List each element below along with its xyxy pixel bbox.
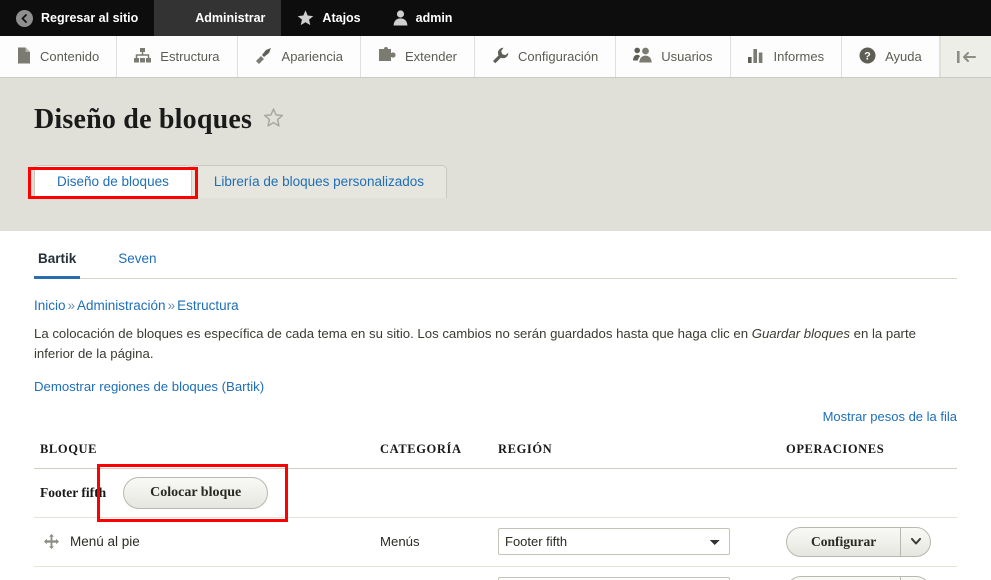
sitemap-icon bbox=[134, 47, 152, 66]
users-icon bbox=[633, 47, 652, 66]
region-cell: Footer fifth bbox=[492, 517, 780, 567]
column-header-block: BLOQUE bbox=[34, 431, 374, 469]
operations-dropbutton: Configurar bbox=[786, 575, 932, 580]
table-head: BLOQUE CATEGORÍA REGIÓN OPERACIONES bbox=[34, 431, 957, 469]
submenu-label-users: Usuarios bbox=[661, 49, 713, 64]
table-row: Sitio elaborado con Drupal System Footer… bbox=[34, 566, 957, 580]
main-content: Bartik Seven Inicio» Administración» Estru… bbox=[0, 231, 991, 580]
submenu-label-content: Contenido bbox=[40, 49, 100, 64]
star-icon bbox=[297, 10, 314, 26]
hamburger-icon bbox=[170, 11, 187, 25]
tab-custom-block-library[interactable]: Librería de bloques personalizados bbox=[190, 165, 447, 198]
submenu-label-appearance: Apariencia bbox=[281, 49, 343, 64]
toolbar-label-user: admin bbox=[415, 11, 453, 25]
toolbar-label-back-to-site: Regresar al sitio bbox=[41, 11, 139, 25]
submenu-label-reports: Informes bbox=[773, 49, 825, 64]
submenu-label-configuration: Configuración bbox=[518, 49, 599, 64]
theme-tabs: Bartik Seven bbox=[34, 231, 957, 279]
breadcrumb-separator: » bbox=[167, 298, 176, 313]
page-title-text: Diseño de bloques bbox=[34, 104, 253, 135]
move-handle-icon[interactable] bbox=[40, 534, 62, 550]
region-cell: Footer fifth bbox=[492, 566, 780, 580]
collapse-left-icon[interactable] bbox=[940, 36, 991, 77]
toolbar-item-back-to-site[interactable]: Regresar al sitio bbox=[0, 0, 154, 36]
place-block-button[interactable]: Colocar bloque bbox=[123, 476, 269, 509]
table-row: Menú al pie Menús Footer fifth Configura… bbox=[34, 517, 957, 567]
submenu-label-help: Ayuda bbox=[885, 49, 922, 64]
submenu-item-configuration[interactable]: Configuración bbox=[475, 36, 617, 77]
operations-dropbutton: Configurar bbox=[786, 526, 932, 557]
region-select[interactable]: Footer fifth bbox=[498, 528, 730, 556]
submenu-label-extend: Extender bbox=[404, 49, 458, 64]
category-cell: Menús bbox=[374, 517, 492, 567]
submenu-item-users[interactable]: Usuarios bbox=[616, 36, 731, 77]
user-icon bbox=[393, 10, 408, 26]
admin-toolbar: Regresar al sitio Administrar Atajos adm… bbox=[0, 0, 991, 36]
region-name-label: Footer fifth bbox=[40, 484, 107, 500]
submenu-item-content[interactable]: Contenido bbox=[0, 36, 118, 77]
region-row-cell: Footer fifth Colocar bloque bbox=[34, 463, 957, 522]
back-circle-icon bbox=[16, 9, 33, 27]
operations-cell: Configurar bbox=[780, 517, 957, 567]
category-cell: System bbox=[374, 566, 492, 580]
question-circle-icon: ? bbox=[859, 47, 876, 67]
breadcrumb: Inicio» Administración» Estructura bbox=[34, 298, 957, 313]
breadcrumb-separator: » bbox=[67, 298, 76, 313]
demonstrate-block-regions-link[interactable]: Demostrar regiones de bloques (Bartik) bbox=[34, 379, 264, 394]
tab-custom-block-library-label: Librería de bloques personalizados bbox=[213, 174, 424, 189]
theme-tab-seven-label: Seven bbox=[118, 251, 157, 266]
block-cell: Menú al pie bbox=[34, 517, 374, 567]
submenu-label-structure: Estructura bbox=[160, 49, 220, 64]
svg-text:?: ? bbox=[864, 50, 871, 62]
column-header-region: REGIÓN bbox=[492, 431, 780, 469]
page-header: Diseño de bloques Diseño de bloques Libr… bbox=[0, 78, 991, 231]
theme-tab-bartik-label: Bartik bbox=[38, 251, 77, 266]
toolbar-label-manage: Administrar bbox=[195, 11, 266, 25]
theme-tab-bartik[interactable]: Bartik bbox=[34, 245, 81, 279]
submenu-item-structure[interactable]: Estructura bbox=[117, 36, 238, 77]
configure-button[interactable]: Configurar bbox=[787, 528, 900, 556]
star-outline-icon[interactable] bbox=[263, 104, 284, 136]
operations-cell: Configurar bbox=[780, 566, 957, 580]
page-description: La colocación de bloques es específica d… bbox=[34, 324, 957, 365]
page-title: Diseño de bloques bbox=[34, 104, 991, 136]
toolbar-label-shortcuts: Atajos bbox=[322, 11, 361, 25]
wrench-icon bbox=[492, 47, 509, 67]
column-header-operations: OPERACIONES bbox=[780, 431, 957, 469]
description-part-1: La colocación de bloques es específica d… bbox=[34, 326, 752, 341]
region-row-footer-fifth: Footer fifth Colocar bloque bbox=[34, 463, 957, 522]
document-icon bbox=[17, 47, 31, 67]
submenu-item-extend[interactable]: Extender bbox=[360, 36, 476, 77]
breadcrumb-item-home[interactable]: Inicio bbox=[34, 298, 66, 313]
column-header-category: CATEGORÍA bbox=[374, 431, 492, 469]
block-layout-table: BLOQUE CATEGORÍA REGIÓN OPERACIONES Foot… bbox=[34, 431, 957, 580]
toolbar-item-user[interactable]: admin bbox=[377, 0, 469, 36]
submenu-item-help[interactable]: ? Ayuda bbox=[842, 36, 940, 77]
theme-tab-seven[interactable]: Seven bbox=[114, 245, 160, 278]
toolbar-item-shortcuts[interactable]: Atajos bbox=[281, 0, 376, 36]
breadcrumb-item-structure[interactable]: Estructura bbox=[177, 298, 239, 313]
tab-block-layout[interactable]: Diseño de bloques bbox=[28, 165, 198, 199]
submenu-item-appearance[interactable]: Apariencia bbox=[237, 36, 361, 77]
bar-chart-icon bbox=[747, 47, 765, 66]
tab-block-layout-label: Diseño de bloques bbox=[57, 174, 169, 189]
primary-tabs: Diseño de bloques Librería de bloques pe… bbox=[28, 162, 991, 199]
breadcrumb-item-administration[interactable]: Administración bbox=[77, 298, 166, 313]
toolbar-item-manage[interactable]: Administrar bbox=[154, 0, 282, 36]
paintbrush-icon bbox=[255, 47, 273, 67]
block-cell: Sitio elaborado con Drupal bbox=[34, 566, 374, 580]
submenu-item-reports[interactable]: Informes bbox=[730, 36, 843, 77]
table-header-row: BLOQUE CATEGORÍA REGIÓN OPERACIONES bbox=[34, 431, 957, 469]
row-weights-toggle: Mostrar pesos de la fila bbox=[34, 409, 957, 424]
chevron-down-icon[interactable] bbox=[900, 527, 930, 556]
description-emphasis: Guardar bloques bbox=[751, 326, 850, 341]
show-row-weights-link[interactable]: Mostrar pesos de la fila bbox=[823, 409, 957, 424]
block-name-label: Menú al pie bbox=[70, 534, 140, 550]
table-body: Footer fifth Colocar bloque Menú al pie … bbox=[34, 463, 957, 580]
admin-submenu-toolbar: Contenido Estructura Apariencia Extender… bbox=[0, 36, 991, 78]
region-header: Footer fifth Colocar bloque bbox=[40, 463, 951, 522]
puzzle-icon bbox=[378, 47, 396, 66]
